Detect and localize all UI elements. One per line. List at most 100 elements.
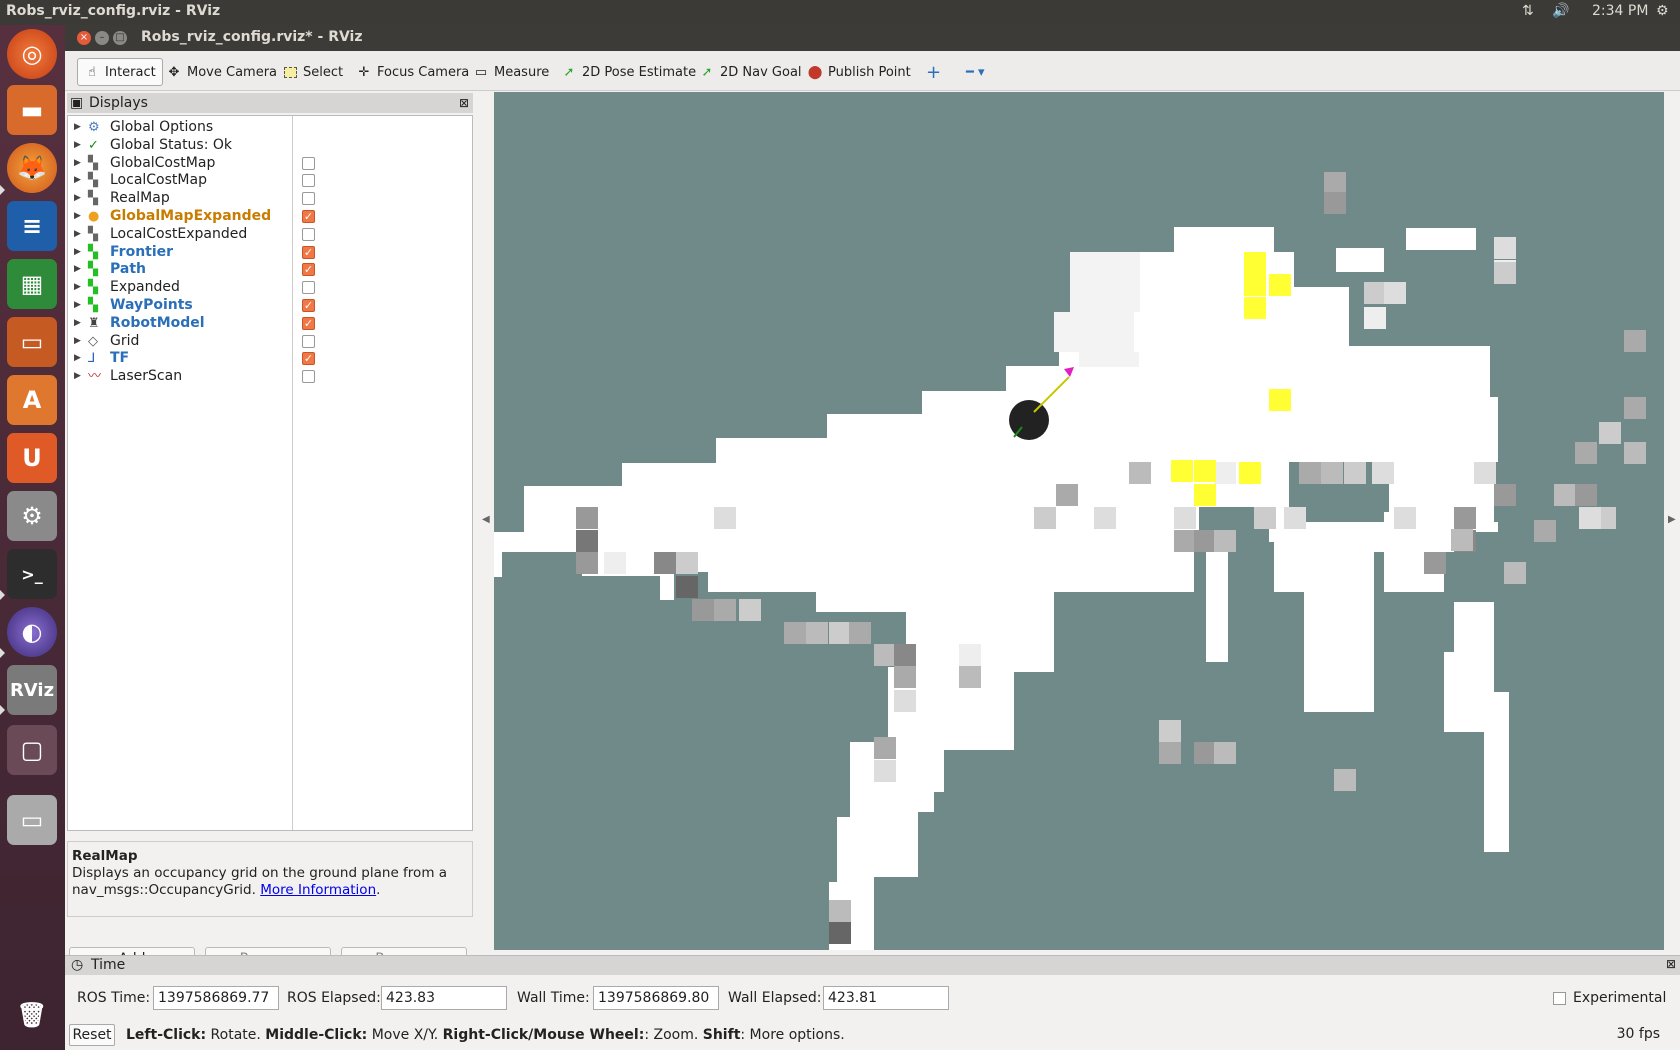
display-label: Global Status: Ok xyxy=(110,136,233,153)
select-tool[interactable]: Select xyxy=(276,58,349,86)
expand-arrow-icon[interactable]: ▶ xyxy=(74,207,81,226)
nav-goal-tool[interactable]: ➚ 2D Nav Goal xyxy=(693,58,808,86)
rviz-icon[interactable]: RViz xyxy=(7,665,57,715)
maximize-icon[interactable]: □ xyxy=(113,31,127,45)
focus-camera-tool[interactable]: ✛ Focus Camera xyxy=(350,58,475,86)
cost-cell xyxy=(1575,484,1597,506)
display-row[interactable]: ▶ ♜ RobotModel ✓ xyxy=(68,314,472,333)
enable-checkbox[interactable] xyxy=(302,192,315,206)
more-information-link[interactable]: More Information xyxy=(260,882,376,898)
expand-arrow-icon[interactable]: ▶ xyxy=(74,189,81,208)
volume-icon[interactable]: 🔊 xyxy=(1552,3,1569,19)
ubuntu-dash-icon[interactable]: ◎ xyxy=(7,29,57,79)
enable-checkbox[interactable] xyxy=(302,227,315,241)
enable-checkbox[interactable] xyxy=(302,174,315,188)
collapse-left-arrow-icon[interactable]: ◀ xyxy=(482,514,490,525)
add-tool-button[interactable]: + xyxy=(920,58,947,86)
cost-cell xyxy=(1254,507,1276,529)
cost-cell xyxy=(1194,742,1216,764)
drive-icon[interactable]: ▭ xyxy=(7,795,57,845)
display-row[interactable]: ▶ ▚ Frontier ✓ xyxy=(68,243,472,262)
ubuntu-one-icon[interactable]: U xyxy=(7,433,57,483)
workspace-switcher-icon[interactable]: ▢ xyxy=(7,725,57,775)
display-row[interactable]: ▶ ▚ Expanded xyxy=(68,278,472,297)
display-row[interactable]: ▶ ▚ RealMap xyxy=(68,189,472,208)
eclipse-icon[interactable]: ◐ xyxy=(7,607,57,657)
cost-cell xyxy=(784,622,806,644)
expand-arrow-icon[interactable]: ▶ xyxy=(74,136,81,155)
publish-point-tool[interactable]: ⬤ Publish Point xyxy=(801,58,917,86)
display-row[interactable]: ▶ ▚ LocalCostExpanded xyxy=(68,225,472,244)
experimental-checkbox[interactable] xyxy=(1553,992,1566,1005)
expand-arrow-icon[interactable]: ▶ xyxy=(74,154,81,173)
close-icon[interactable]: ⊠ xyxy=(1666,957,1676,971)
display-row[interactable]: ▶ ● GlobalMapExpanded ✓ xyxy=(68,207,472,226)
writer-icon[interactable]: ≡ xyxy=(7,201,57,251)
cost-cell xyxy=(1394,507,1416,529)
expand-arrow-icon[interactable]: ▶ xyxy=(74,296,81,315)
collapse-right-arrow-icon[interactable]: ▶ xyxy=(1668,514,1676,525)
cost-cell xyxy=(1599,422,1621,444)
impress-icon[interactable]: ▭ xyxy=(7,317,57,367)
files-icon[interactable]: ▬ xyxy=(7,85,57,135)
frontier-cell xyxy=(1269,389,1291,411)
expand-arrow-icon[interactable]: ▶ xyxy=(74,171,81,190)
display-row[interactable]: ▶ ▚ Path ✓ xyxy=(68,260,472,279)
enable-checkbox[interactable] xyxy=(302,156,315,170)
frontier-cell xyxy=(1244,297,1266,319)
enable-checkbox[interactable]: ✓ xyxy=(302,299,315,312)
display-row[interactable]: ▶ ⅃ TF ✓ xyxy=(68,349,472,368)
clock[interactable]: 2:34 PM xyxy=(1592,3,1648,19)
expand-arrow-icon[interactable]: ▶ xyxy=(74,367,81,386)
system-settings-icon[interactable]: ⚙ xyxy=(7,491,57,541)
wall-time-field[interactable]: 1397586869.80 xyxy=(593,986,719,1010)
display-row[interactable]: ▶ ▚ LocalCostMap xyxy=(68,171,472,190)
calc-icon[interactable]: ▦ xyxy=(7,259,57,309)
enable-checkbox[interactable] xyxy=(302,334,315,348)
wall-elapsed-field[interactable]: 423.81 xyxy=(823,986,949,1010)
display-row[interactable]: ▶ ⚙ Global Options xyxy=(68,118,472,137)
expand-arrow-icon[interactable]: ▶ xyxy=(74,349,81,368)
enable-checkbox[interactable]: ✓ xyxy=(302,210,315,223)
move-camera-tool[interactable]: ✥ Move Camera xyxy=(160,58,283,86)
settings-gear-icon[interactable]: ⚙ xyxy=(1656,3,1669,19)
display-row[interactable]: ▶ ▚ GlobalCostMap xyxy=(68,154,472,173)
remove-tool-button[interactable]: ━ ▾ xyxy=(960,58,990,86)
reset-button[interactable]: Reset xyxy=(69,1024,115,1046)
expand-arrow-icon[interactable]: ▶ xyxy=(74,118,81,137)
display-row[interactable]: ▶ ✓ Global Status: Ok xyxy=(68,136,472,155)
enable-checkbox[interactable]: ✓ xyxy=(302,352,315,366)
firefox-icon[interactable]: 🦊 xyxy=(7,143,57,193)
interact-tool[interactable]: ☝ Interact xyxy=(77,58,163,86)
cost-cell xyxy=(1174,507,1196,529)
enable-checkbox[interactable]: ✓ xyxy=(302,263,315,277)
expand-arrow-icon[interactable]: ▶ xyxy=(74,260,81,279)
display-row[interactable]: ▶ ◇ Grid xyxy=(68,332,472,351)
close-icon[interactable]: ⊠ xyxy=(459,93,469,113)
display-row[interactable]: ▶ 〰 LaserScan xyxy=(68,367,472,386)
software-center-icon[interactable]: A xyxy=(7,375,57,425)
expand-arrow-icon[interactable]: ▶ xyxy=(74,225,81,244)
close-icon[interactable]: × xyxy=(77,31,91,45)
network-icon[interactable]: ⇅ xyxy=(1522,3,1534,19)
expand-arrow-icon[interactable]: ▶ xyxy=(74,243,81,262)
displays-header: ▣ Displays ⊠ xyxy=(67,93,473,113)
trash-icon[interactable]: 🗑 xyxy=(7,990,57,1040)
display-row[interactable]: ▶ ▚ WayPoints ✓ xyxy=(68,296,472,315)
minimize-icon[interactable]: – xyxy=(95,31,109,45)
marker-icon: ▚ xyxy=(88,244,98,260)
pose-estimate-tool[interactable]: ➚ 2D Pose Estimate xyxy=(555,58,702,86)
ros-time-field[interactable]: 1397586869.77 xyxy=(153,986,279,1010)
enable-checkbox[interactable] xyxy=(302,281,315,295)
enable-checkbox[interactable]: ✓ xyxy=(302,245,315,259)
expand-arrow-icon[interactable]: ▶ xyxy=(74,278,81,297)
render-view[interactable] xyxy=(494,92,1664,950)
measure-tool[interactable]: ▭ Measure xyxy=(467,58,555,86)
enable-checkbox[interactable]: ✓ xyxy=(302,316,315,330)
terminal-icon[interactable]: >_ xyxy=(7,549,57,599)
displays-panel: ▣ Displays ⊠ ▶ ⚙ Global Options ▶ ✓ Global St… xyxy=(67,93,473,917)
enable-checkbox[interactable] xyxy=(302,370,315,384)
expand-arrow-icon[interactable]: ▶ xyxy=(74,314,81,333)
expand-arrow-icon[interactable]: ▶ xyxy=(74,332,81,351)
ros-elapsed-field[interactable]: 423.83 xyxy=(381,986,507,1010)
